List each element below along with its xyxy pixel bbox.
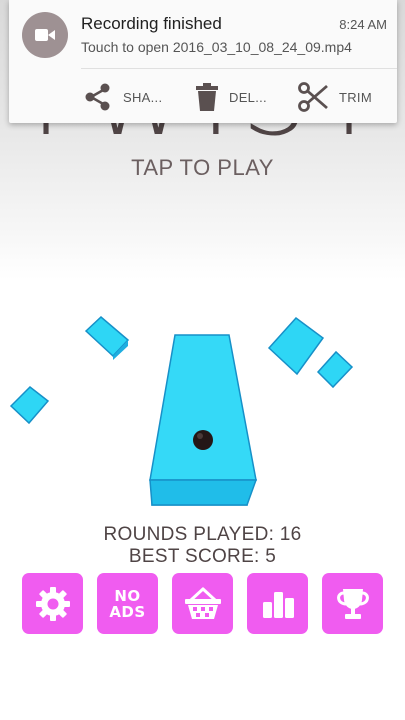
trash-icon — [196, 83, 218, 111]
settings-button[interactable] — [22, 573, 83, 634]
share-action-label: SHA... — [123, 89, 163, 105]
no-ads-button[interactable]: NO ADS — [97, 573, 158, 634]
trophy-icon — [336, 588, 369, 619]
shop-button[interactable] — [172, 573, 233, 634]
notification-divider — [81, 68, 397, 69]
game-scene[interactable] — [0, 300, 405, 520]
video-camera-icon — [35, 29, 55, 41]
leaderboard-icon — [262, 591, 294, 618]
achievements-button[interactable] — [322, 573, 383, 634]
trim-action-label: TRIM — [339, 89, 372, 105]
notification-title: Recording finished — [81, 14, 222, 33]
main-platform — [149, 334, 258, 506]
delete-action-label: DEL... — [229, 89, 267, 105]
basket-icon — [184, 587, 221, 619]
notification-icon — [22, 12, 68, 58]
floating-tile-left-bottom — [9, 386, 50, 425]
leaderboard-button[interactable] — [247, 573, 308, 634]
tap-to-play-label[interactable]: TAP TO PLAY — [0, 155, 405, 181]
recording-notification[interactable]: Recording finished 8:24 AM Touch to open… — [9, 0, 397, 123]
share-action-button[interactable]: SHA... — [83, 78, 162, 116]
ball — [193, 430, 213, 450]
gear-icon — [35, 586, 70, 621]
notification-time: 8:24 AM — [339, 17, 387, 32]
best-score-text: BEST SCORE: 5 — [128, 546, 277, 567]
floating-tile-right-small — [316, 350, 354, 389]
trim-action-button[interactable]: TRIM — [297, 78, 372, 116]
floating-tile-right-top — [267, 316, 325, 376]
delete-action-button[interactable]: DEL... — [195, 78, 267, 116]
rounds-played-text: ROUNDS PLAYED: 16 — [103, 524, 302, 545]
floating-tile-left-top — [84, 315, 130, 360]
no-ads-icon: NO ADS — [109, 586, 146, 621]
share-icon — [85, 83, 110, 111]
notification-text[interactable]: Touch to open 2016_03_10_08_24_09.mp4 — [81, 39, 352, 55]
scissors-icon — [298, 82, 328, 112]
